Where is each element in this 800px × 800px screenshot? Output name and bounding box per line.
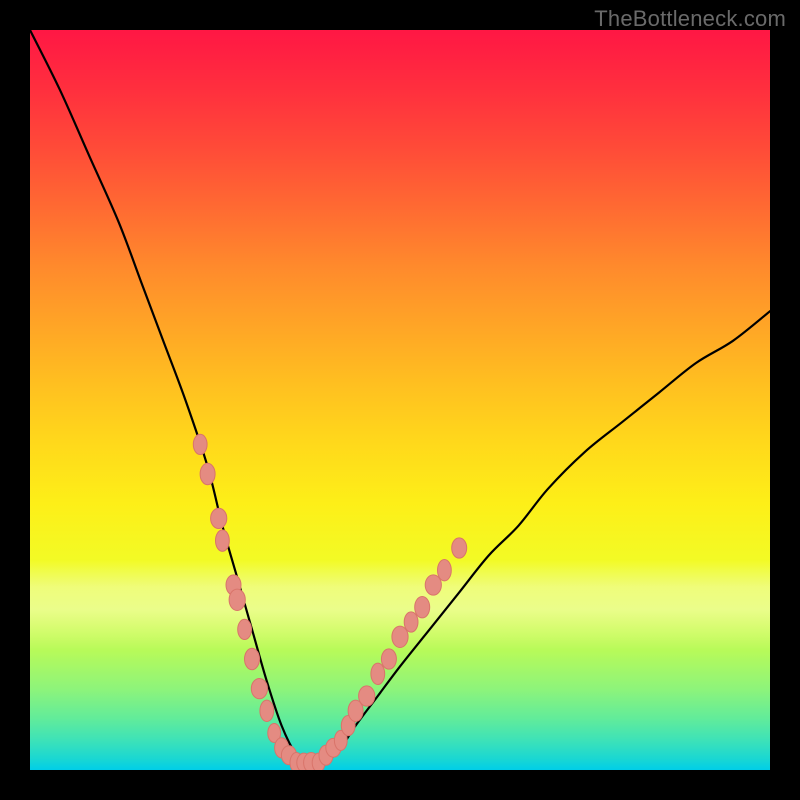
curve-marker — [251, 678, 267, 698]
watermark-text: TheBottleneck.com — [594, 6, 786, 32]
curve-marker — [245, 648, 260, 669]
bottleneck-curve — [30, 30, 770, 770]
curve-marker — [425, 575, 441, 595]
curve-marker — [216, 530, 230, 551]
curve-marker — [200, 463, 215, 484]
curve-marker — [371, 663, 385, 684]
plot-area — [30, 30, 770, 770]
outer-frame: TheBottleneck.com — [0, 0, 800, 800]
curve-marker — [438, 559, 452, 580]
curve-marker — [415, 596, 430, 617]
curve-marker — [229, 589, 245, 610]
curve-marker — [260, 700, 274, 721]
curve-marker — [211, 508, 227, 528]
curve-marker — [404, 612, 418, 632]
curve-marker — [193, 434, 207, 454]
curve-marker — [359, 686, 375, 706]
curve-markers — [193, 434, 466, 770]
curve-marker — [452, 538, 467, 558]
curve-marker — [381, 649, 396, 669]
curve-marker — [238, 619, 252, 639]
chart-overlay — [30, 30, 770, 770]
curve-marker — [392, 626, 408, 647]
